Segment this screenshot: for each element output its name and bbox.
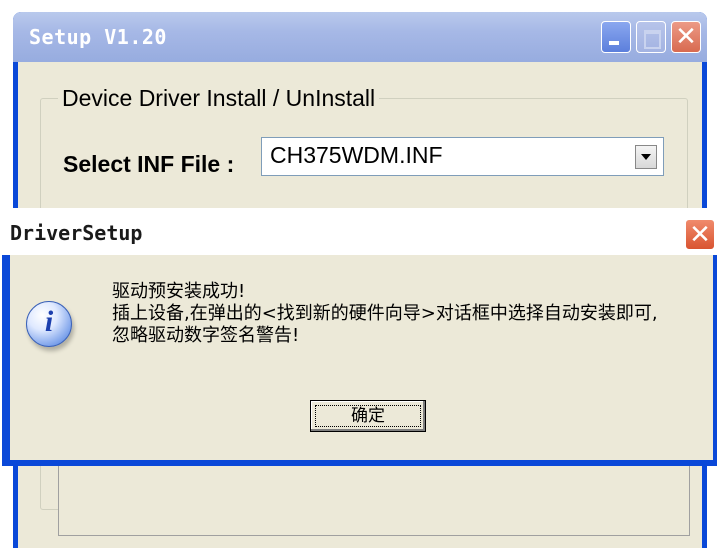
inf-file-value: CH375WDM.INF: [270, 142, 443, 168]
info-glyph: i: [44, 305, 54, 338]
close-icon[interactable]: ✕: [685, 219, 715, 250]
dialog-title: DriverSetup: [10, 221, 143, 245]
status-box: [58, 462, 690, 536]
driver-setup-dialog: DriverSetup ✕ i 驱动预安装成功! 插上设备,在弹出的<找到新的硬…: [2, 208, 717, 466]
setup-titlebar[interactable]: Setup V1.20 ✕: [13, 12, 707, 62]
dialog-message: 驱动预安装成功! 插上设备,在弹出的<找到新的硬件向导>对话框中选择自动安装即可…: [112, 281, 658, 346]
minimize-icon[interactable]: [601, 21, 631, 53]
dialog-titlebar[interactable]: DriverSetup ✕: [2, 208, 717, 255]
inf-file-label: Select INF File :: [63, 151, 235, 177]
ok-button-label: 确定: [315, 405, 421, 427]
info-icon: i: [26, 301, 72, 347]
dialog-client-area: i 驱动预安装成功! 插上设备,在弹出的<找到新的硬件向导>对话框中选择自动安装…: [10, 255, 713, 460]
groupbox-title: Device Driver Install / UnInstall: [58, 85, 380, 112]
chevron-down-icon[interactable]: [635, 145, 657, 169]
inf-file-select[interactable]: CH375WDM.INF: [261, 137, 664, 176]
close-icon[interactable]: ✕: [671, 21, 701, 53]
ok-button[interactable]: 确定: [310, 400, 426, 432]
setup-window-title: Setup V1.20: [29, 25, 167, 49]
maximize-icon[interactable]: [636, 21, 666, 53]
